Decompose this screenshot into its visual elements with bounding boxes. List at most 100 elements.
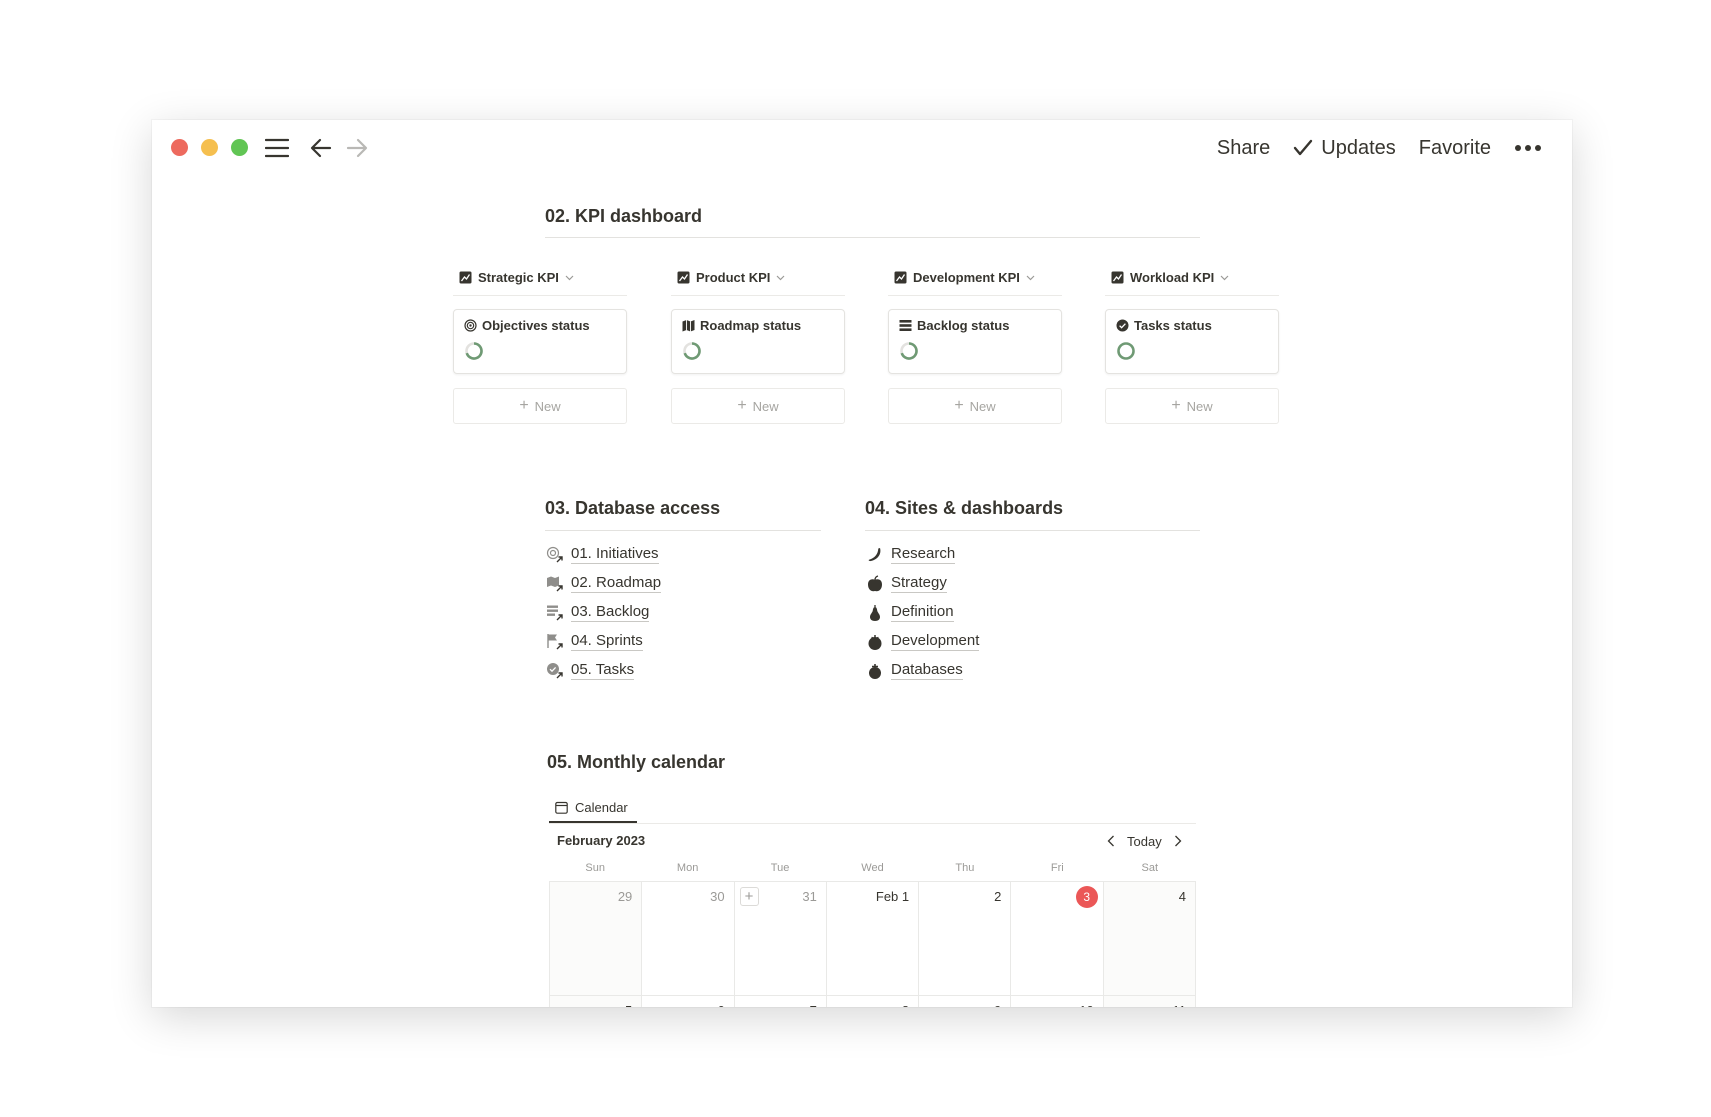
chevron-down-icon bbox=[565, 275, 574, 281]
progress-ring-icon bbox=[1116, 341, 1268, 361]
kpi-card-title: Objectives status bbox=[482, 318, 590, 333]
day-number: 4 bbox=[1178, 889, 1186, 904]
calendar-day-cell[interactable]: 29 bbox=[550, 882, 643, 996]
calendar-day-cell[interactable]: Feb 1 bbox=[826, 882, 920, 996]
calendar-day-cell[interactable]: 8 bbox=[826, 996, 920, 1007]
calendar-week-row: 29 30 +31 Feb 1 2 3 4 bbox=[550, 882, 1196, 996]
link-text: Definition bbox=[891, 603, 954, 622]
calendar-day-cell[interactable]: 6 bbox=[642, 996, 735, 1007]
progress-ring-icon bbox=[682, 341, 834, 361]
check-link-icon bbox=[545, 661, 565, 681]
calendar-grid: 29 30 +31 Feb 1 2 3 4 5 6 7 8 9 10 11 bbox=[549, 881, 1196, 1007]
kpi-view-tab-workload[interactable]: Workload KPI bbox=[1105, 260, 1279, 296]
kpi-column-development: Development KPI Backlog status + New bbox=[888, 260, 1062, 424]
kpi-heading-divider bbox=[545, 237, 1200, 238]
calendar-icon bbox=[555, 801, 568, 814]
tomato-icon bbox=[865, 632, 885, 652]
calendar-day-cell-today[interactable]: 3 bbox=[1011, 882, 1104, 996]
chevron-left-icon bbox=[1107, 835, 1114, 847]
weekday-header-row: Sun Mon Tue Wed Thu Fri Sat bbox=[549, 857, 1196, 879]
link-research[interactable]: Research bbox=[865, 540, 979, 569]
calendar-month-label: February 2023 bbox=[557, 833, 646, 848]
target-icon bbox=[464, 319, 477, 332]
link-strategy[interactable]: Strategy bbox=[865, 569, 979, 598]
link-roadmap[interactable]: 02. Roadmap bbox=[545, 569, 662, 598]
day-number: Feb 1 bbox=[875, 889, 910, 904]
chart-icon bbox=[459, 271, 472, 284]
link-text: Development bbox=[891, 632, 980, 651]
sites-heading-divider bbox=[865, 530, 1200, 531]
link-text: Research bbox=[891, 545, 956, 564]
kpi-view-tab-strategic[interactable]: Strategic KPI bbox=[453, 260, 627, 296]
calendar-day-cell[interactable]: 9 bbox=[919, 996, 1012, 1007]
calendar-navigation: Today bbox=[1107, 830, 1182, 852]
target-link-icon bbox=[545, 545, 565, 565]
database-links: 01. Initiatives 02. Roadmap 03. Backlog … bbox=[545, 540, 662, 685]
calendar-day-cell[interactable]: +31 bbox=[734, 882, 827, 996]
link-development[interactable]: Development bbox=[865, 627, 980, 656]
kpi-column-strategic: Strategic KPI Objectives status + New bbox=[453, 260, 627, 424]
flag-link-icon bbox=[545, 632, 565, 652]
day-number: 6 bbox=[717, 1003, 724, 1007]
calendar-view-tab[interactable]: Calendar bbox=[549, 794, 634, 820]
kpi-new-button[interactable]: + New bbox=[671, 388, 845, 424]
weekday-label: Sun bbox=[585, 862, 605, 874]
new-label: New bbox=[752, 398, 779, 414]
calendar-day-cell[interactable]: 30 bbox=[642, 882, 735, 996]
plus-icon: + bbox=[954, 397, 964, 414]
apple-icon bbox=[865, 574, 885, 594]
calendar-day-cell[interactable]: 11 bbox=[1103, 996, 1196, 1007]
chevron-down-icon bbox=[1026, 275, 1035, 281]
day-number: 5 bbox=[625, 1003, 632, 1007]
kpi-view-label: Workload KPI bbox=[1130, 270, 1215, 285]
link-tasks[interactable]: 05. Tasks bbox=[545, 656, 661, 685]
day-number: 31 bbox=[802, 889, 817, 904]
calendar-day-cell[interactable]: 7 bbox=[734, 996, 827, 1007]
plus-icon: + bbox=[737, 397, 747, 414]
day-number: 2 bbox=[994, 889, 1002, 904]
calendar-tabs-divider bbox=[549, 823, 1196, 824]
chart-icon bbox=[1111, 271, 1124, 284]
previous-month-button[interactable] bbox=[1107, 835, 1115, 847]
link-databases[interactable]: Databases bbox=[865, 656, 979, 685]
sites-links: Research Strategy Definition Development… bbox=[865, 540, 980, 685]
kpi-view-tab-development[interactable]: Development KPI bbox=[888, 260, 1062, 296]
kpi-new-button[interactable]: + New bbox=[888, 388, 1062, 424]
kpi-dashboard-heading: 02. KPI dashboard bbox=[545, 206, 703, 226]
chevron-right-icon bbox=[1174, 835, 1182, 847]
kpi-view-label: Development KPI bbox=[913, 270, 1020, 285]
kpi-column-workload: Workload KPI Tasks status + New bbox=[1105, 260, 1279, 424]
calendar-day-cell[interactable]: 5 bbox=[550, 996, 643, 1007]
kpi-view-tab-product[interactable]: Product KPI bbox=[671, 260, 845, 296]
link-initiatives[interactable]: 01. Initiatives bbox=[545, 540, 661, 569]
today-button[interactable]: Today bbox=[1127, 834, 1162, 849]
link-text: 04. Sprints bbox=[571, 632, 643, 651]
link-backlog[interactable]: 03. Backlog bbox=[545, 598, 661, 627]
calendar-day-cell[interactable]: 4 bbox=[1103, 882, 1196, 996]
calendar-day-cell[interactable]: 10 bbox=[1011, 996, 1104, 1007]
calendar-day-cell[interactable]: 2 bbox=[919, 882, 1012, 996]
monthly-calendar-heading: 05. Monthly calendar bbox=[547, 752, 726, 772]
database-access-heading: 03. Database access bbox=[545, 498, 721, 518]
kpi-new-button[interactable]: + New bbox=[453, 388, 627, 424]
map-link-icon bbox=[545, 574, 565, 594]
kpi-new-button[interactable]: + New bbox=[1105, 388, 1279, 424]
add-event-plus-icon[interactable]: + bbox=[739, 887, 759, 906]
next-month-button[interactable] bbox=[1174, 835, 1182, 847]
calendar-week-row: 5 6 7 8 9 10 11 bbox=[550, 996, 1196, 1007]
new-label: New bbox=[534, 398, 561, 414]
eggplant-icon bbox=[865, 661, 885, 681]
link-definition[interactable]: Definition bbox=[865, 598, 979, 627]
kpi-card-objectives[interactable]: Objectives status bbox=[453, 309, 627, 374]
kpi-card-tasks[interactable]: Tasks status bbox=[1105, 309, 1279, 374]
list-icon bbox=[899, 319, 912, 332]
kpi-card-backlog[interactable]: Backlog status bbox=[888, 309, 1062, 374]
link-sprints[interactable]: 04. Sprints bbox=[545, 627, 661, 656]
kpi-view-label: Product KPI bbox=[696, 270, 771, 285]
day-number: 9 bbox=[994, 1003, 1001, 1007]
day-number: 8 bbox=[902, 1003, 909, 1007]
new-label: New bbox=[1186, 398, 1213, 414]
check-circle-icon bbox=[1116, 319, 1129, 332]
kpi-card-roadmap[interactable]: Roadmap status bbox=[671, 309, 845, 374]
weekday-label: Thu bbox=[955, 862, 975, 874]
